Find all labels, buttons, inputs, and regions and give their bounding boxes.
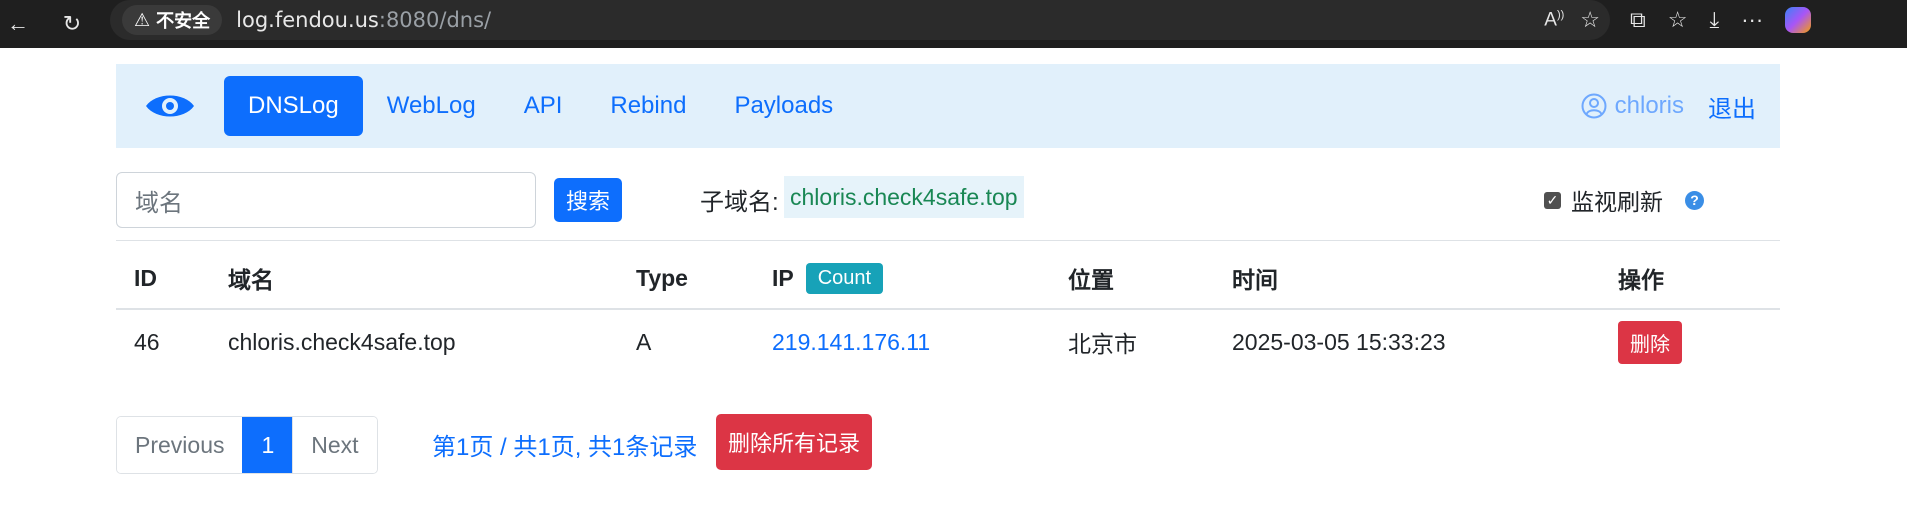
reload-icon[interactable]: ↻: [54, 6, 90, 42]
nav-item-weblog[interactable]: WebLog: [363, 76, 500, 136]
cell-type: A: [636, 328, 652, 355]
copilot-icon[interactable]: [1785, 7, 1812, 33]
cell-time: 2025-03-05 15:33:23: [1232, 328, 1446, 355]
nav-menu: DNSLog WebLog API Rebind Payloads: [224, 76, 857, 136]
cell-actions: 删除: [1618, 310, 1682, 374]
col-header-id: ID: [134, 264, 157, 291]
eye-logo-icon[interactable]: [144, 88, 196, 129]
url-text[interactable]: log.fendou.us:8080/dns/: [236, 8, 491, 32]
pagination-next[interactable]: Next: [293, 417, 377, 473]
col-header-domain: 域名: [228, 267, 274, 293]
col-header-ip-label: IP: [772, 264, 794, 291]
col-header-type: Type: [636, 264, 688, 291]
nav-item-dnslog[interactable]: DNSLog: [224, 76, 363, 136]
user-icon: [1581, 93, 1607, 119]
table-row: 46 chloris.check4safe.top A 219.141.176.…: [116, 310, 1780, 374]
navbar: DNSLog WebLog API Rebind Payloads chlori…: [116, 64, 1780, 148]
delete-row-button[interactable]: 删除: [1618, 320, 1682, 364]
read-aloud-icon[interactable]: A)): [1544, 9, 1564, 31]
cell-domain: chloris.check4safe.top: [228, 328, 456, 355]
more-menu-icon[interactable]: ···: [1741, 7, 1763, 33]
monitor-refresh-toggle[interactable]: ✓ 监视刷新 ?: [1544, 178, 1704, 222]
favorites-icon[interactable]: ☆: [1668, 7, 1688, 33]
url-host: log.fendou.us: [236, 8, 379, 32]
address-bar[interactable]: ⚠ 不安全 log.fendou.us:8080/dns/ A)) ☆: [110, 0, 1610, 40]
count-badge[interactable]: Count: [805, 262, 884, 294]
page-content: DNSLog WebLog API Rebind Payloads chlori…: [0, 48, 1907, 509]
logout-link[interactable]: 退出: [1708, 64, 1756, 148]
url-rest: :8080/dns/: [378, 8, 492, 32]
pagination-page-1[interactable]: 1: [242, 417, 294, 473]
domain-search-input[interactable]: 域名: [116, 172, 536, 228]
cell-location: 北京市: [1068, 331, 1137, 357]
col-header-location: 位置: [1068, 267, 1114, 293]
security-label: 不安全: [156, 11, 211, 32]
nav-item-api[interactable]: API: [500, 76, 587, 136]
help-icon[interactable]: ?: [1685, 190, 1704, 210]
user-menu[interactable]: chloris: [1581, 64, 1684, 148]
table-header: ID 域名 Type IP Count 位置 时间 操作: [116, 248, 1780, 310]
nav-item-payloads[interactable]: Payloads: [710, 76, 857, 136]
username: chloris: [1614, 92, 1684, 119]
divider: [116, 240, 1780, 241]
col-header-ip: IP Count: [772, 248, 884, 308]
col-header-actions: 操作: [1618, 267, 1664, 293]
back-icon[interactable]: ←: [0, 6, 36, 42]
delete-all-button[interactable]: 删除所有记录: [716, 414, 873, 470]
monitor-checkbox[interactable]: ✓: [1544, 191, 1561, 209]
warning-icon: ⚠: [134, 9, 151, 31]
pagination-previous[interactable]: Previous: [117, 417, 243, 473]
security-indicator[interactable]: ⚠ 不安全: [122, 5, 223, 35]
favorite-star-icon[interactable]: ☆: [1580, 7, 1600, 33]
subdomain-value[interactable]: chloris.check4safe.top: [784, 176, 1024, 218]
browser-toolbar: ← ↻ ⚠ 不安全 log.fendou.us:8080/dns/ A)) ☆ …: [0, 0, 1907, 48]
pagination: Previous 1 Next: [116, 416, 378, 474]
subdomain-label: 子域名:: [700, 188, 779, 216]
cell-ip-link[interactable]: 219.141.176.11: [772, 310, 930, 374]
search-button[interactable]: 搜索: [554, 178, 622, 222]
pagination-info: 第1页 / 共1页, 共1条记录: [432, 433, 698, 461]
nav-item-rebind[interactable]: Rebind: [586, 76, 710, 136]
extensions-icon[interactable]: ⧉: [1630, 7, 1646, 33]
col-header-time: 时间: [1232, 267, 1278, 293]
download-icon[interactable]: ⤓: [1709, 7, 1719, 33]
cell-id: 46: [134, 328, 160, 355]
monitor-label: 监视刷新: [1571, 189, 1663, 215]
